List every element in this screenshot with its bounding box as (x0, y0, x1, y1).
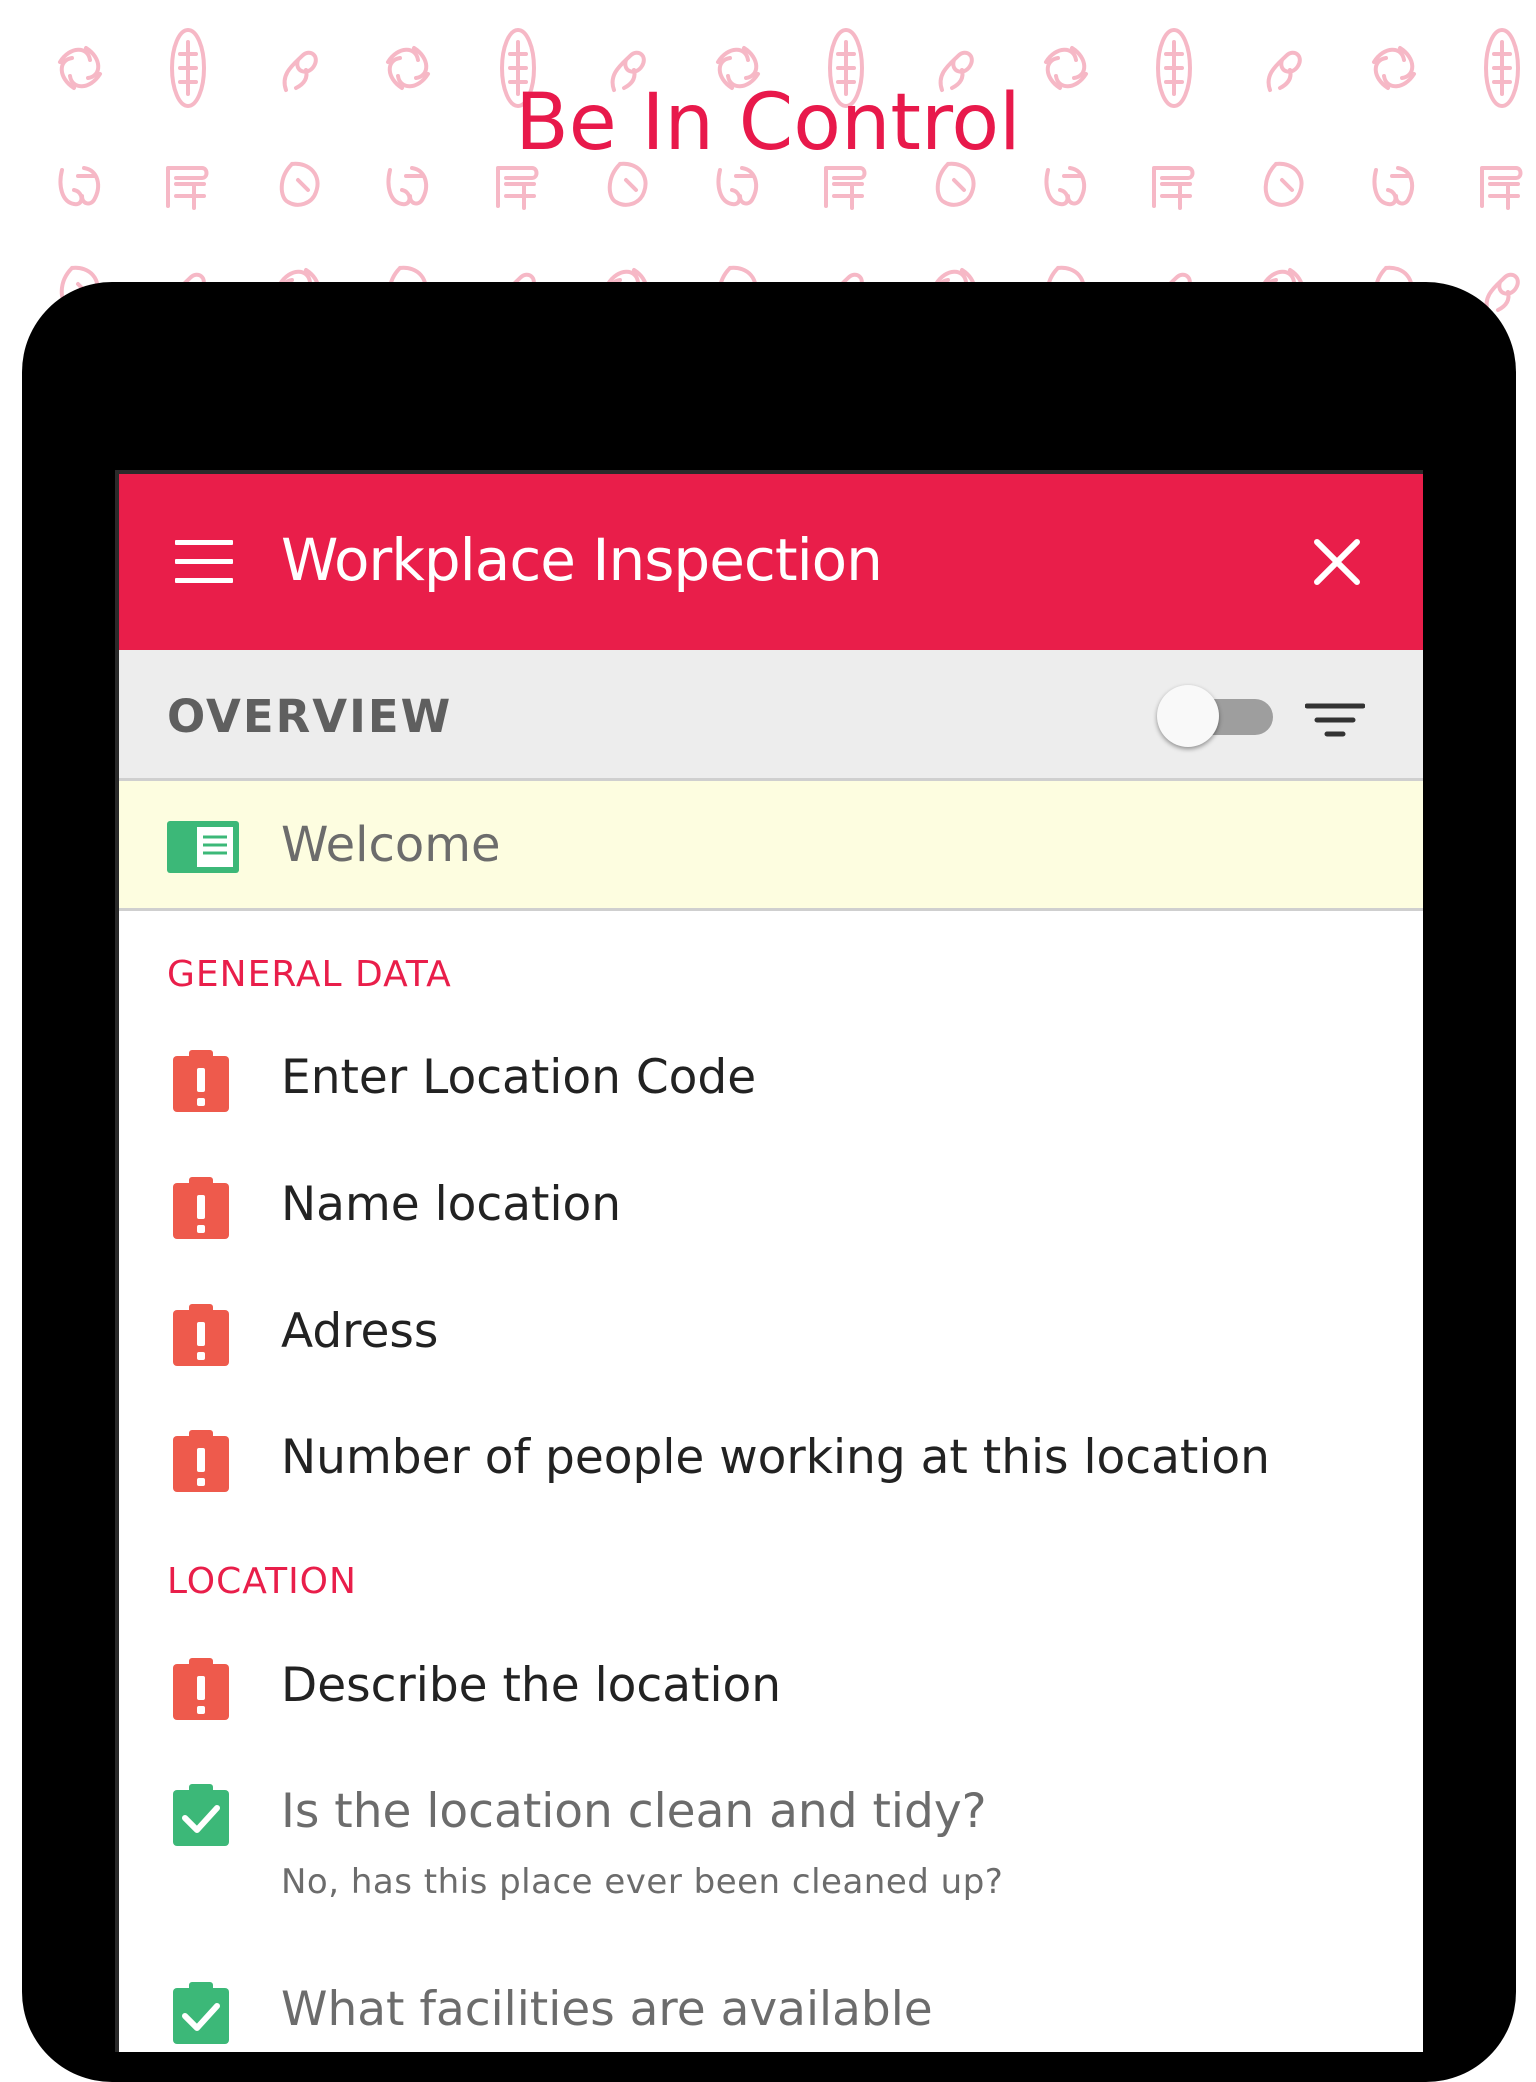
list-item-location-code[interactable]: Enter Location Code (119, 1036, 1419, 1136)
list-item-describe-location[interactable]: Describe the location (119, 1644, 1419, 1744)
toggle-thumb (1157, 685, 1219, 747)
clipboard-check-icon (173, 1784, 229, 1846)
clipboard-alert-icon (173, 1658, 229, 1720)
headline: Be In Control (515, 78, 1021, 168)
welcome-row[interactable]: Welcome (119, 781, 1423, 911)
clipboard-check-icon (173, 1982, 229, 2044)
app-bar: Workplace Inspection (119, 474, 1423, 650)
list-item-name-location[interactable]: Name location (119, 1163, 1419, 1263)
app-screen: Workplace Inspection OVERVIEW Welcome GE… (115, 470, 1423, 2052)
clipboard-alert-icon (173, 1050, 229, 1112)
hamburger-menu-icon[interactable] (175, 540, 233, 584)
clipboard-alert-icon (173, 1304, 229, 1366)
document-icon (167, 821, 239, 873)
list-item-address[interactable]: Adress (119, 1290, 1419, 1390)
item-label: What facilities are available (281, 1982, 933, 2037)
item-label: Describe the location (281, 1658, 782, 1713)
list-item-clean-tidy[interactable]: Is the location clean and tidy? No, has … (119, 1770, 1419, 1930)
item-answer: No, has this place ever been cleaned up? (281, 1862, 1004, 1902)
page-title: Workplace Inspection (281, 526, 883, 594)
item-label: Adress (281, 1304, 439, 1359)
clipboard-alert-icon (173, 1430, 229, 1492)
welcome-label: Welcome (281, 817, 501, 873)
close-icon[interactable] (1311, 536, 1363, 588)
list-item-facilities[interactable]: What facilities are available (119, 1968, 1419, 2052)
overview-label: OVERVIEW (167, 690, 453, 743)
section-header-general-data: GENERAL DATA (167, 954, 452, 995)
clipboard-alert-icon (173, 1177, 229, 1239)
overview-toggle[interactable] (1157, 685, 1277, 747)
item-label: Enter Location Code (281, 1050, 757, 1105)
item-label: Number of people working at this locatio… (281, 1430, 1270, 1485)
overview-bar: OVERVIEW (119, 650, 1423, 781)
item-label: Name location (281, 1177, 622, 1232)
filter-icon[interactable] (1305, 700, 1365, 744)
section-header-location: LOCATION (167, 1561, 357, 1602)
item-label: Is the location clean and tidy? (281, 1784, 987, 1839)
list-item-people-count[interactable]: Number of people working at this locatio… (119, 1416, 1419, 1516)
